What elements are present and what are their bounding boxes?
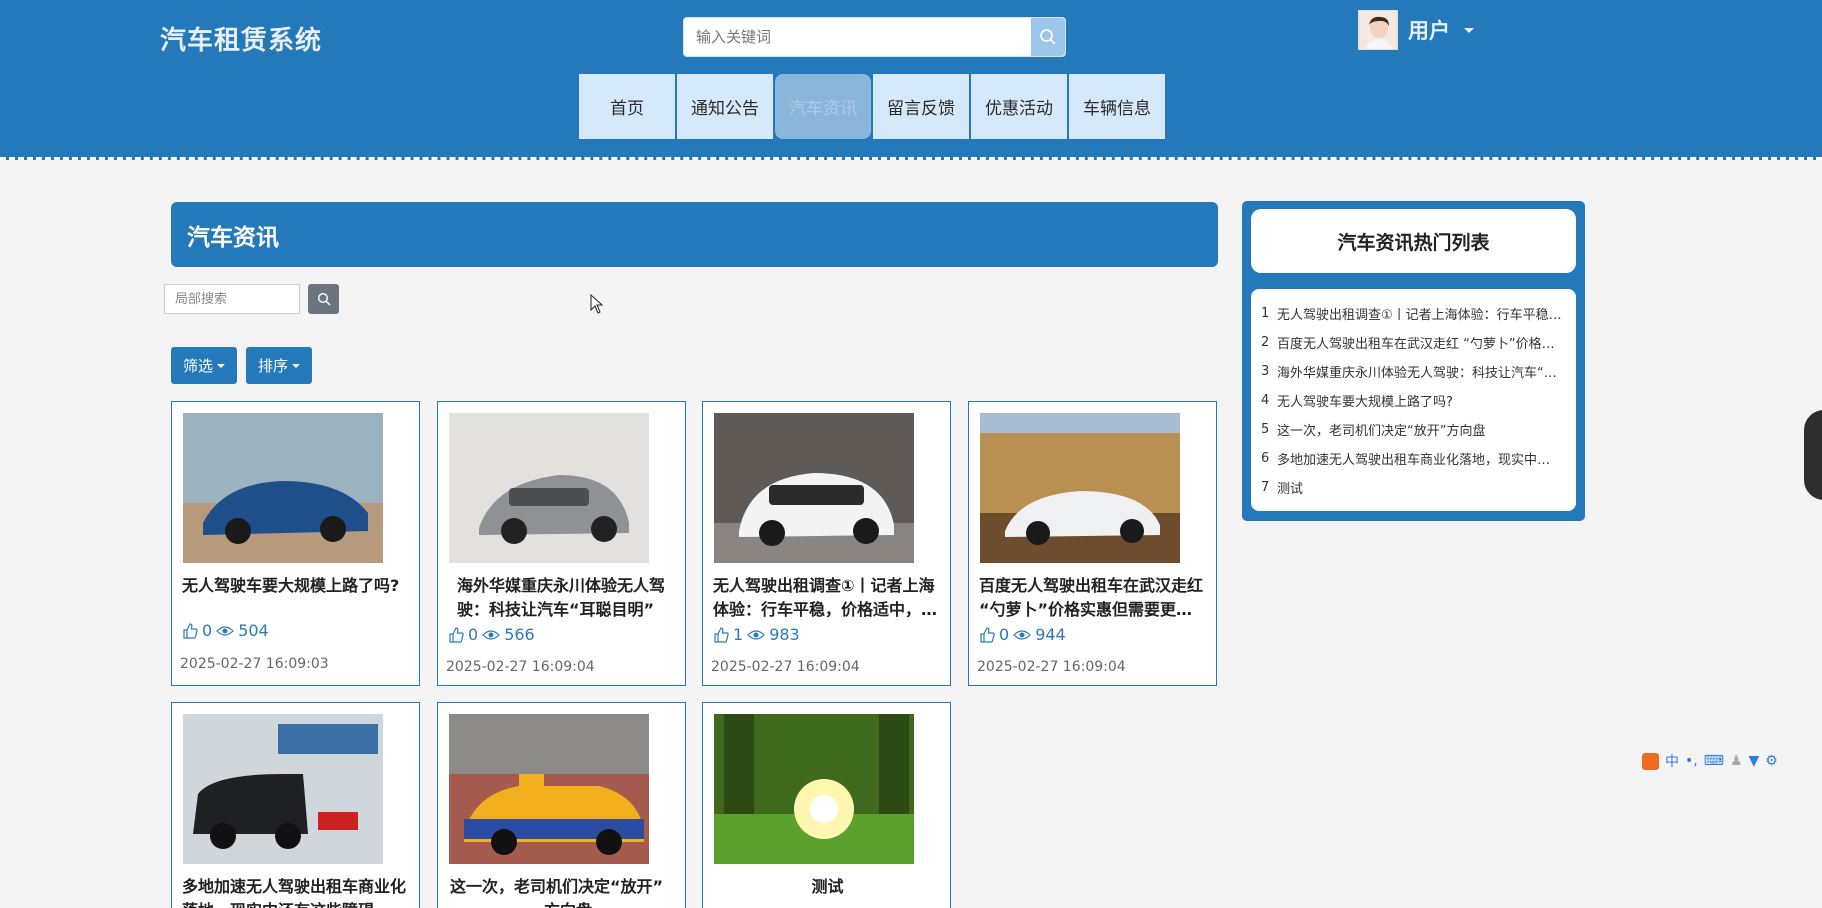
- like-count: 0: [468, 625, 479, 644]
- nav-feedback[interactable]: 留言反馈: [873, 74, 969, 139]
- article-card[interactable]: 无人驾驶车要大规模上路了吗? 0 504 2025-02-27 16:09:03: [171, 401, 420, 686]
- view-count: 566: [504, 625, 535, 644]
- article-card[interactable]: 无人驾驶出租调查①丨记者上海 体验：行车平稳，价格适中，… 1 983 2025-…: [702, 401, 951, 686]
- filter-dropdown[interactable]: 筛选: [171, 347, 238, 384]
- search-icon: [317, 292, 330, 306]
- hot-list-title: 汽车资讯热门列表: [1251, 209, 1576, 273]
- settings-icon[interactable]: ⚙: [1765, 753, 1778, 769]
- nav-vehicles[interactable]: 车辆信息: [1069, 74, 1165, 139]
- article-date: 2025-02-27 16:09:04: [977, 659, 1126, 675]
- search-button[interactable]: [1031, 18, 1065, 56]
- side-float-tab[interactable]: [1804, 410, 1822, 500]
- user-icon[interactable]: ♟: [1730, 753, 1743, 769]
- user-menu[interactable]: 用户: [1358, 10, 1474, 50]
- hot-list-item[interactable]: 7 测试: [1251, 473, 1576, 502]
- ime-toolbar[interactable]: 中 •, ⌨ ♟ ▼ ⚙: [1642, 748, 1778, 774]
- thumbs-up-icon[interactable]: [979, 626, 995, 643]
- article-image[interactable]: [183, 413, 383, 563]
- article-image[interactable]: [449, 714, 649, 864]
- article-stats: 0 566: [448, 625, 535, 644]
- article-image[interactable]: [183, 714, 383, 864]
- eye-icon: [1013, 629, 1032, 640]
- article-stats: 1 983: [713, 625, 800, 644]
- keyboard-icon[interactable]: ⌨: [1704, 753, 1724, 769]
- local-search-input[interactable]: [164, 284, 300, 314]
- avatar[interactable]: [1358, 10, 1398, 50]
- article-date: 2025-02-27 16:09:04: [711, 659, 860, 675]
- article-card[interactable]: 海外华媒重庆永川体验无人驾 驶：科技让汽车“耳聪目明” 0 566 2025-02…: [437, 401, 686, 686]
- article-card[interactable]: 百度无人驾驶出租车在武汉走红 “勺萝卜”价格实惠但需要更… 0 944 2025-…: [968, 401, 1217, 686]
- main-nav: 首页 通知公告 汽车资讯 留言反馈 优惠活动 车辆信息: [579, 74, 1165, 139]
- eye-icon: [747, 629, 766, 640]
- like-count: 1: [733, 625, 744, 644]
- nav-home[interactable]: 首页: [579, 74, 675, 139]
- article-title[interactable]: 这一次，老司机们决定“放开”方向盘: [448, 875, 677, 908]
- page-title: 汽车资讯: [171, 202, 1218, 267]
- nav-notices[interactable]: 通知公告: [677, 74, 773, 139]
- article-title[interactable]: 多地加速无人驾驶出租车商业化落地，现实中还有这些障碍: [182, 875, 411, 908]
- view-count: 983: [769, 625, 800, 644]
- caret-down-icon: [217, 363, 226, 368]
- search-icon: [1040, 29, 1056, 45]
- hot-list-panel: 汽车资讯热门列表 1无人驾驶出租调查①丨记者上海体验：行车平稳，价格适中 2百度…: [1242, 201, 1585, 521]
- skin-icon[interactable]: ▼: [1749, 753, 1760, 769]
- site-logo[interactable]: 汽车租赁系统: [160, 20, 322, 57]
- sort-label: 排序: [258, 357, 289, 375]
- view-count: 504: [238, 621, 269, 640]
- article-title[interactable]: 无人驾驶出租调查①丨记者上海 体验：行车平稳，价格适中，…: [713, 574, 942, 622]
- hot-list-item[interactable]: 4 无人驾驶车要大规模上路了吗?: [1251, 386, 1576, 415]
- hot-list-item[interactable]: 6多地加速无人驾驶出租车商业化落地，现实中还有这些障碍: [1251, 444, 1576, 473]
- hot-list-item[interactable]: 5 这一次，老司机们决定“放开”方向盘: [1251, 415, 1576, 444]
- chevron-down-icon[interactable]: [1464, 27, 1474, 33]
- caret-down-icon: [292, 363, 301, 368]
- hot-list-item[interactable]: 3海外华媒重庆永川体验无人驾驶：科技让汽车“耳聪目明”: [1251, 357, 1576, 386]
- ime-logo-icon: [1642, 752, 1659, 770]
- article-image[interactable]: [714, 413, 914, 563]
- mouse-cursor-icon: [590, 293, 604, 318]
- view-count: 944: [1035, 625, 1066, 644]
- ime-mode[interactable]: 中: [1665, 751, 1679, 771]
- article-card[interactable]: 多地加速无人驾驶出租车商业化落地，现实中还有这些障碍: [171, 702, 420, 908]
- hot-list: 1无人驾驶出租调查①丨记者上海体验：行车平稳，价格适中 2百度无人驾驶出租车在武…: [1251, 289, 1576, 511]
- thumbs-up-icon[interactable]: [448, 626, 464, 643]
- nav-promotions[interactable]: 优惠活动: [971, 74, 1067, 139]
- local-search-button[interactable]: [308, 284, 339, 314]
- article-date: 2025-02-27 16:09:04: [446, 659, 595, 675]
- article-title[interactable]: 无人驾驶车要大规模上路了吗?: [182, 574, 411, 598]
- filter-label: 筛选: [183, 357, 214, 375]
- like-count: 0: [202, 621, 213, 640]
- article-stats: 0 504: [182, 621, 269, 640]
- article-image[interactable]: [980, 413, 1180, 563]
- thumbs-up-icon[interactable]: [182, 622, 198, 639]
- article-date: 2025-02-27 16:09:03: [180, 656, 329, 672]
- eye-icon: [216, 625, 235, 636]
- hot-list-item[interactable]: 1无人驾驶出租调查①丨记者上海体验：行车平稳，价格适中: [1251, 299, 1576, 328]
- thumbs-up-icon[interactable]: [713, 626, 729, 643]
- article-image[interactable]: [449, 413, 649, 563]
- article-title[interactable]: 百度无人驾驶出租车在武汉走红 “勺萝卜”价格实惠但需要更…: [979, 574, 1208, 622]
- nav-car-news[interactable]: 汽车资讯: [775, 74, 871, 139]
- search-input[interactable]: [684, 18, 1031, 56]
- article-card[interactable]: 测试: [702, 702, 951, 908]
- article-title[interactable]: 海外华媒重庆永川体验无人驾 驶：科技让汽车“耳聪目明”: [448, 574, 677, 622]
- hot-list-item[interactable]: 2百度无人驾驶出租车在武汉走红 “勺萝卜”价格实惠但需要更: [1251, 328, 1576, 357]
- article-stats: 0 944: [979, 625, 1066, 644]
- eye-icon: [482, 629, 501, 640]
- article-card[interactable]: 这一次，老司机们决定“放开”方向盘: [437, 702, 686, 908]
- site-header: 汽车租赁系统 用户 首页 通知公告 汽车资讯 留言反馈 优惠活动 车辆信息: [0, 0, 1822, 160]
- user-name[interactable]: 用户: [1408, 15, 1450, 45]
- article-title[interactable]: 测试: [713, 875, 942, 899]
- sort-dropdown[interactable]: 排序: [246, 347, 313, 384]
- like-count: 0: [999, 625, 1010, 644]
- punctuation-icon[interactable]: •,: [1685, 753, 1698, 769]
- article-image[interactable]: [714, 714, 914, 864]
- search-box: [683, 17, 1066, 57]
